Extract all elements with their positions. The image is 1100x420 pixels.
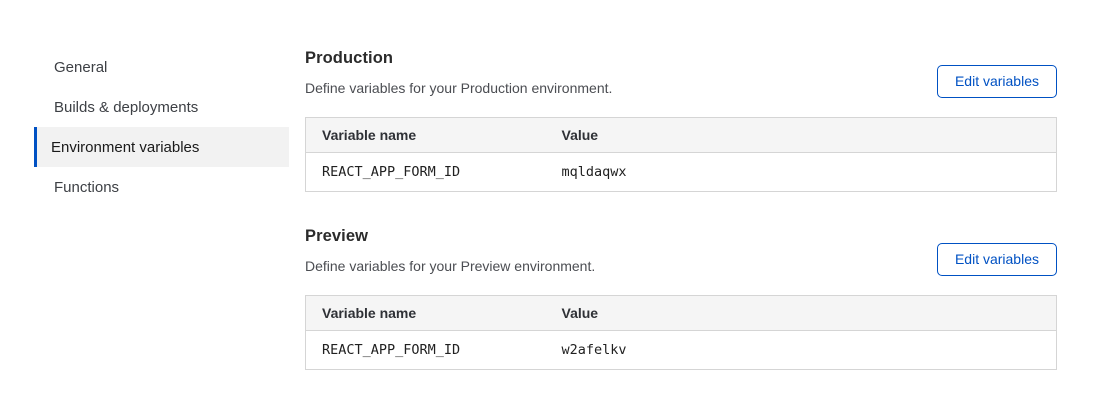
preview-variables-table: Variable name Value REACT_APP_FORM_ID w2… bbox=[305, 295, 1057, 370]
table-header-row: Variable name Value bbox=[306, 296, 1057, 331]
production-edit-variables-button[interactable]: Edit variables bbox=[937, 65, 1057, 98]
table-row: REACT_APP_FORM_ID w2afelkv bbox=[306, 331, 1057, 370]
sidebar-item-builds-deployments[interactable]: Builds & deployments bbox=[34, 87, 289, 127]
preview-section: Preview Define variables for your Previe… bbox=[305, 225, 1057, 370]
variable-name-cell: REACT_APP_FORM_ID bbox=[306, 153, 546, 192]
variable-value-cell: w2afelkv bbox=[546, 331, 1057, 370]
variable-value-cell: mqldaqwx bbox=[546, 153, 1057, 192]
column-header-variable-name: Variable name bbox=[306, 296, 546, 331]
production-section: Production Define variables for your Pro… bbox=[305, 47, 1057, 192]
sidebar-item-label: General bbox=[54, 59, 107, 76]
sidebar-item-general[interactable]: General bbox=[34, 47, 289, 87]
variable-name-cell: REACT_APP_FORM_ID bbox=[306, 331, 546, 370]
settings-page: General Builds & deployments Environment… bbox=[0, 0, 1100, 420]
production-variables-table: Variable name Value REACT_APP_FORM_ID mq… bbox=[305, 117, 1057, 192]
sidebar-item-label: Environment variables bbox=[51, 139, 199, 156]
column-header-value: Value bbox=[546, 296, 1057, 331]
sidebar-item-label: Builds & deployments bbox=[54, 99, 198, 116]
sidebar-item-functions[interactable]: Functions bbox=[34, 167, 289, 207]
column-header-variable-name: Variable name bbox=[306, 118, 546, 153]
sidebar-item-label: Functions bbox=[54, 179, 119, 196]
sidebar-item-environment-variables[interactable]: Environment variables bbox=[34, 127, 289, 167]
environment-variables-content: Production Define variables for your Pro… bbox=[305, 47, 1057, 370]
table-header-row: Variable name Value bbox=[306, 118, 1057, 153]
settings-sidebar: General Builds & deployments Environment… bbox=[34, 47, 289, 207]
table-row: REACT_APP_FORM_ID mqldaqwx bbox=[306, 153, 1057, 192]
column-header-value: Value bbox=[546, 118, 1057, 153]
preview-edit-variables-button[interactable]: Edit variables bbox=[937, 243, 1057, 276]
